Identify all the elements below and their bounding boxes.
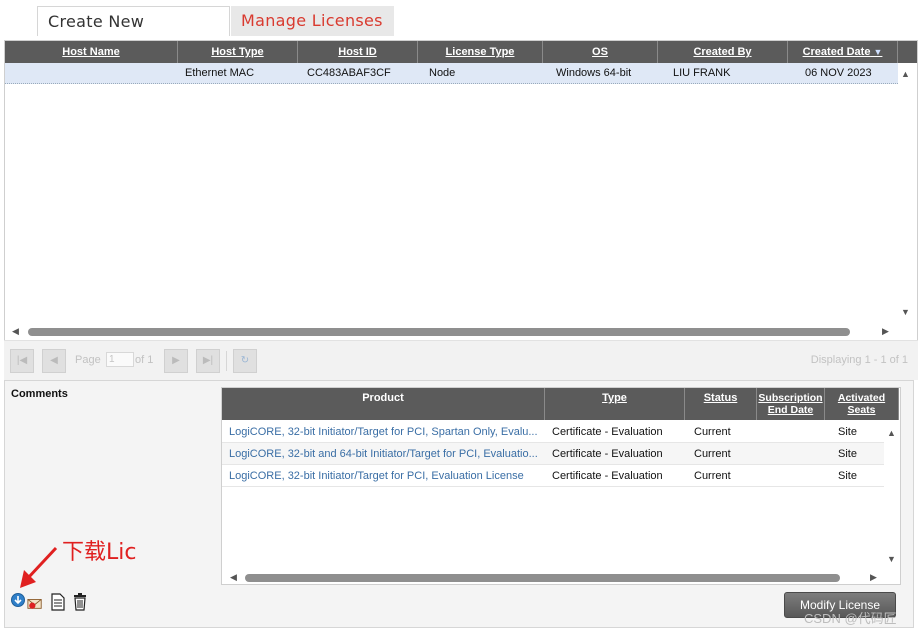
table-row[interactable]: LogiCORE, 32-bit Initiator/Target for PC… xyxy=(222,421,884,443)
scroll-right-icon[interactable]: ▶ xyxy=(882,326,889,337)
document-icon[interactable] xyxy=(50,593,66,611)
pagination-toolbar: |◀ ◀ Page 1 of 1 ▶ ▶| ↻ Displaying 1 - 1… xyxy=(4,340,918,380)
watermark: CSDN @代码匠 xyxy=(804,611,897,626)
horizontal-scrollbar[interactable] xyxy=(245,574,840,582)
horizontal-scrollbar[interactable] xyxy=(28,328,850,336)
column-subscription-end-date[interactable]: Subscription End Date xyxy=(757,388,825,420)
column-created-date-label: Created Date xyxy=(802,46,871,58)
cell-created-by: LIU FRANK xyxy=(673,67,731,79)
cell-type: Certificate - Evaluation xyxy=(552,448,663,460)
email-icon[interactable] xyxy=(27,594,43,612)
page-label: Page xyxy=(75,354,101,366)
cell-seats: Site xyxy=(838,426,857,438)
sort-desc-icon: ▼ xyxy=(873,47,883,57)
page-of-label: of 1 xyxy=(135,354,154,366)
column-os[interactable]: OS xyxy=(543,41,658,63)
product-link[interactable]: LogiCORE, 32-bit and 64-bit Initiator/Ta… xyxy=(229,443,541,465)
product-link[interactable]: LogiCORE, 32-bit Initiator/Target for PC… xyxy=(229,465,541,487)
tab-create-new-licenses[interactable]: Create New Licenses xyxy=(37,6,230,61)
license-host-grid: Host Name Host Type Host ID License Type… xyxy=(4,40,918,380)
next-page-button[interactable]: ▶ xyxy=(164,349,188,373)
scroll-up-icon[interactable]: ▲ xyxy=(901,69,910,79)
grid-header: Host Name Host Type Host ID License Type… xyxy=(5,41,917,63)
comments-label: Comments xyxy=(11,388,68,400)
table-row[interactable]: Ethernet MAC CC483ABAF3CF Node Windows 6… xyxy=(5,63,898,84)
scroll-left-icon[interactable]: ◀ xyxy=(12,326,19,337)
cell-status: Current xyxy=(694,448,731,460)
column-status[interactable]: Status xyxy=(685,388,757,420)
refresh-icon[interactable]: ↻ xyxy=(233,349,257,373)
prev-page-button[interactable]: ◀ xyxy=(42,349,66,373)
cell-license-type: Node xyxy=(429,67,456,79)
cell-created-date: 06 NOV 2023 xyxy=(805,67,872,79)
scroll-left-icon[interactable]: ◀ xyxy=(230,572,237,583)
license-detail-panel: Comments Product Type Status Subscriptio… xyxy=(4,380,914,628)
cell-os: Windows 64-bit xyxy=(556,67,632,79)
column-type[interactable]: Type xyxy=(545,388,685,420)
column-created-by[interactable]: Created By xyxy=(658,41,788,63)
annotation-label: 下载Lic xyxy=(62,540,137,565)
cell-type: Certificate - Evaluation xyxy=(552,426,663,438)
cell-seats: Site xyxy=(838,470,857,482)
scroll-down-icon[interactable]: ▼ xyxy=(901,307,910,317)
last-page-button[interactable]: ▶| xyxy=(196,349,220,373)
column-host-id[interactable]: Host ID xyxy=(298,41,418,63)
scroll-right-icon[interactable]: ▶ xyxy=(870,572,877,583)
page-input[interactable]: 1 xyxy=(106,352,134,367)
first-page-button[interactable]: |◀ xyxy=(10,349,34,373)
cell-seats: Site xyxy=(838,448,857,460)
scroll-up-icon[interactable]: ▲ xyxy=(887,428,896,438)
cell-status: Current xyxy=(694,470,731,482)
column-product[interactable]: Product xyxy=(222,388,545,420)
cell-status: Current xyxy=(694,426,731,438)
displaying-count: Displaying 1 - 1 of 1 xyxy=(810,354,908,366)
cell-host-type: Ethernet MAC xyxy=(185,67,255,79)
tab-manage-licenses[interactable]: Manage Licenses xyxy=(231,6,394,36)
cell-host-id: CC483ABAF3CF xyxy=(307,67,391,79)
cell-type: Certificate - Evaluation xyxy=(552,470,663,482)
scroll-down-icon[interactable]: ▼ xyxy=(887,554,896,564)
download-icon[interactable] xyxy=(10,592,26,610)
product-link[interactable]: LogiCORE, 32-bit Initiator/Target for PC… xyxy=(229,421,541,443)
annotation-arrow-icon xyxy=(20,546,58,588)
column-license-type[interactable]: License Type xyxy=(418,41,543,63)
column-created-date[interactable]: Created Date ▼ xyxy=(788,41,898,63)
column-host-name[interactable]: Host Name xyxy=(5,41,178,63)
table-row[interactable]: LogiCORE, 32-bit and 64-bit Initiator/Ta… xyxy=(222,443,884,465)
product-grid: Product Type Status Subscription End Dat… xyxy=(221,387,901,585)
column-host-type[interactable]: Host Type xyxy=(178,41,298,63)
column-activated-seats[interactable]: Activated Seats xyxy=(825,388,899,420)
table-row[interactable]: LogiCORE, 32-bit Initiator/Target for PC… xyxy=(222,465,884,487)
trash-icon[interactable] xyxy=(72,593,88,611)
